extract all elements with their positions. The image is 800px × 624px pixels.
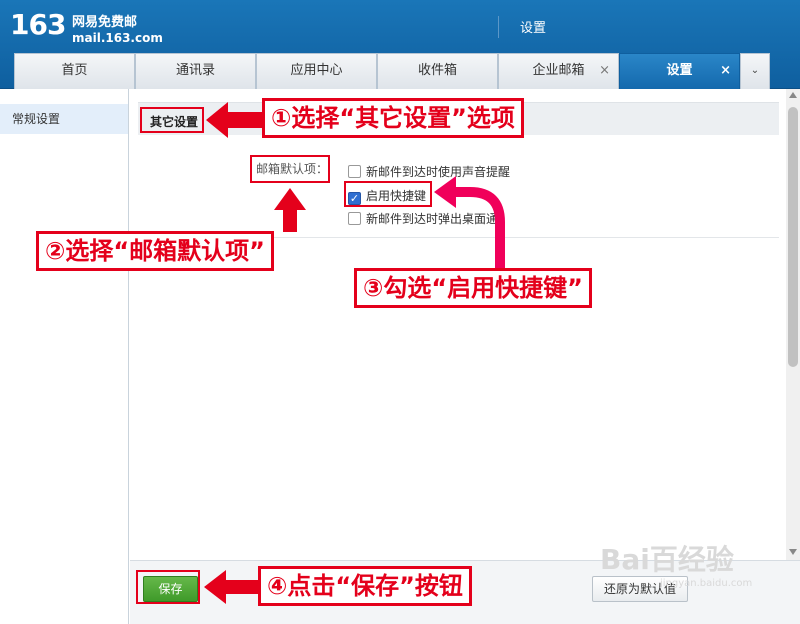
callout-step-1: ①选择“其它设置”选项 (262, 98, 524, 138)
arrow-icon (434, 176, 456, 208)
arrow-icon (274, 188, 306, 232)
arrow-icon (206, 102, 262, 138)
watermark-url: jingyan.baidu.com (660, 578, 753, 589)
callout-step-3: ③勾选“启用快捷键” (354, 268, 592, 308)
watermark: Bai百经验 (600, 543, 734, 576)
arrow-icon (204, 570, 262, 604)
arrow-icon (452, 187, 505, 268)
callout-step-4: ④点击“保存”按钮 (258, 566, 472, 606)
annotation-arrows (204, 102, 505, 604)
callout-step-2: ②选择“邮箱默认项” (36, 231, 274, 271)
